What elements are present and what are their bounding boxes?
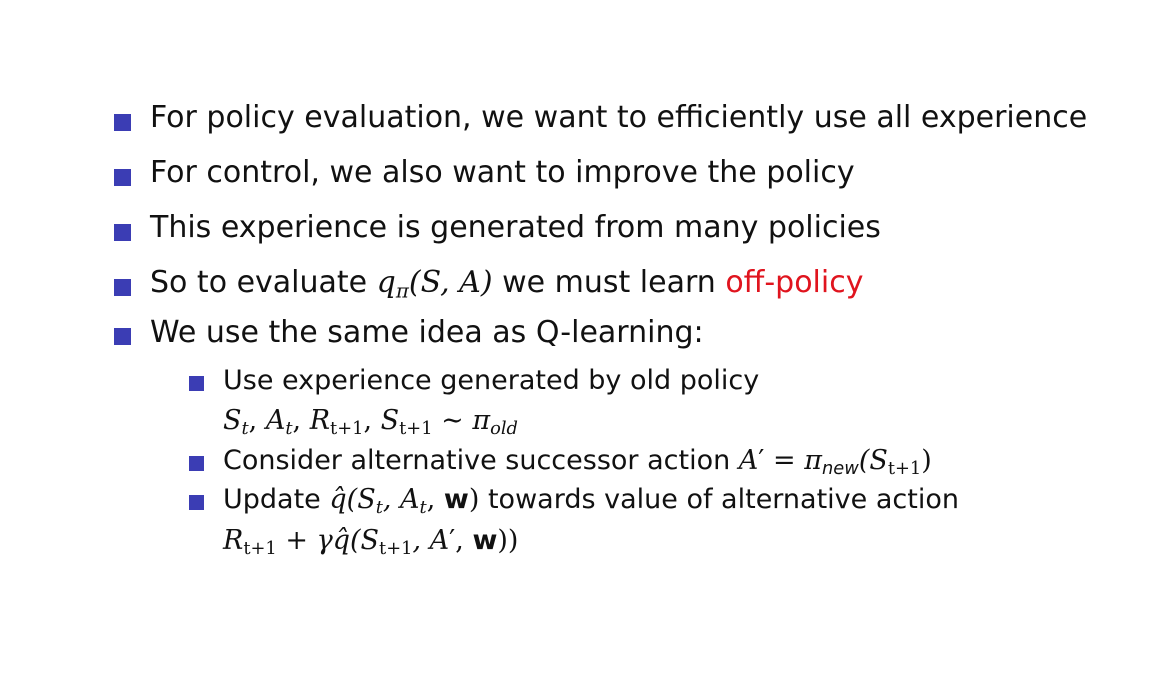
- bullet-text-post: we must learn: [492, 265, 726, 300]
- math-a: , A: [382, 484, 420, 515]
- math-pi-subscript: π: [395, 279, 409, 303]
- bullet-text-pre: So to evaluate: [150, 265, 377, 300]
- math-subscript: t+1: [379, 537, 413, 559]
- math-paren: ): [921, 445, 932, 476]
- bullet-item-experience: This experience is generated from many p…: [150, 213, 881, 243]
- math-a: , A: [412, 525, 450, 556]
- math-a: A: [265, 405, 286, 436]
- math-s: S: [223, 405, 242, 436]
- subbullet-text-post: towards value of alternative action: [479, 484, 959, 515]
- math-subscript: t: [241, 417, 249, 439]
- math-subscript: t+1: [330, 417, 364, 439]
- math-r: R: [309, 405, 331, 436]
- bullet-square-icon: [114, 328, 131, 345]
- subbullet-square-icon: [189, 495, 204, 510]
- subbullet-text: Update: [223, 484, 330, 515]
- math-target-expression: Rt+1 + γq̂(St+1, A′, w)): [223, 525, 519, 557]
- subbullet-text: Use experience generated by old policy: [223, 365, 760, 396]
- math-subscript: t+1: [399, 417, 433, 439]
- bullet-square-icon: [114, 279, 131, 296]
- math-plus: +: [276, 525, 317, 556]
- math-w: w: [472, 525, 498, 556]
- bullet-square-icon: [114, 169, 131, 186]
- math-r: R: [223, 525, 244, 556]
- math-paren: )): [497, 525, 519, 556]
- bullet-square-icon: [114, 224, 131, 241]
- math-subscript: t+1: [243, 537, 277, 559]
- math-comma: ,: [455, 525, 473, 556]
- math-subscript: new: [821, 457, 859, 479]
- bullet-item-off-policy: So to evaluate qπ(S, A) we must learn of…: [150, 265, 864, 301]
- math-args: (S, A): [408, 265, 493, 300]
- math-a: A: [738, 445, 759, 476]
- bullet-item-policy-evaluation: For policy evaluation, we want to effici…: [150, 103, 1087, 133]
- math-subscript: old: [490, 417, 518, 439]
- math-equals: =: [764, 445, 805, 476]
- math-subscript: t+1: [887, 457, 922, 479]
- bullet-text: This experience is generated from many p…: [150, 210, 881, 245]
- math-tilde: ∼: [441, 405, 464, 436]
- subbullet-successor-action: Consider alternative successor action A′…: [223, 445, 932, 477]
- math-s: S: [380, 405, 400, 436]
- bullet-square-icon: [114, 114, 131, 131]
- bullet-text: We use the same idea as Q-learning:: [150, 315, 704, 350]
- math-w: w: [443, 484, 469, 515]
- slide: For policy evaluation, we want to effici…: [0, 0, 1167, 674]
- bullet-text: For policy evaluation, we want to effici…: [150, 100, 1088, 135]
- math-s: (S: [350, 525, 380, 556]
- subbullet-text: Consider alternative successor action: [223, 445, 739, 476]
- bullet-item-control: For control, we also want to improve the…: [150, 158, 855, 188]
- subbullet-update: Update q̂(St, At, w) towards value of al…: [223, 484, 959, 516]
- math-s: (S: [346, 484, 376, 515]
- math-experience-tuple: St, At, Rt+1, St+1 ∼ πold: [223, 405, 518, 439]
- subbullet-square-icon: [189, 456, 204, 471]
- bullet-text: For control, we also want to improve the…: [150, 155, 855, 190]
- math-comma: ,: [426, 484, 444, 515]
- math-pi: π: [804, 445, 822, 476]
- math-pi: π: [472, 405, 491, 436]
- math-subscript: t: [285, 417, 293, 439]
- math-s: (S: [858, 445, 888, 476]
- bullet-item-q-learning: We use the same idea as Q-learning:: [150, 318, 704, 348]
- math-subscript: t: [375, 496, 383, 518]
- off-policy-highlight: off-policy: [725, 265, 864, 300]
- math-q: q: [376, 265, 396, 300]
- math-q-hat: q̂: [329, 484, 347, 515]
- math-paren: ): [468, 484, 480, 515]
- subbullet-square-icon: [189, 376, 204, 391]
- math-q-hat: q̂: [332, 525, 350, 556]
- math-gamma: γ: [316, 525, 333, 556]
- subbullet-old-policy: Use experience generated by old policy: [223, 367, 759, 394]
- math-subscript: t: [419, 496, 427, 518]
